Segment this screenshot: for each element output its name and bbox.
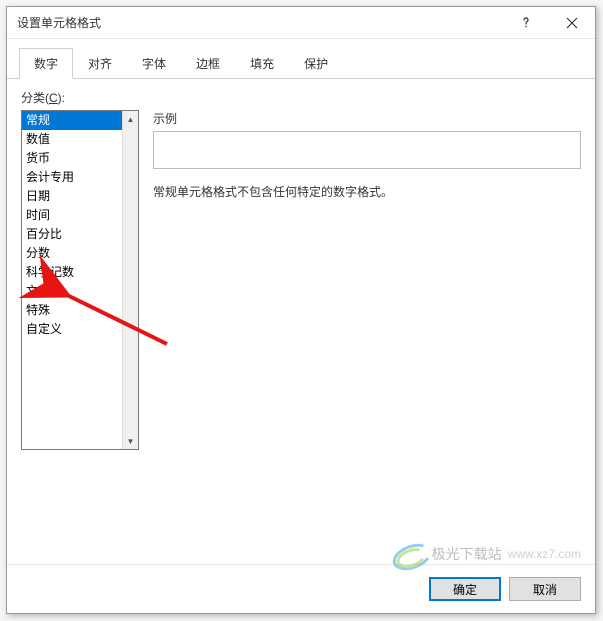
category-item[interactable]: 时间: [22, 206, 122, 225]
tab-3[interactable]: 边框: [181, 48, 235, 79]
category-label-prefix: 分类(: [21, 91, 49, 105]
dialog-footer: 确定 取消: [7, 564, 595, 613]
tabstrip: 数字对齐字体边框填充保护: [7, 39, 595, 79]
right-pane: 示例 常规单元格格式不包含任何特定的数字格式。: [139, 110, 581, 450]
sample-label: 示例: [153, 110, 581, 127]
listbox-scrollbar[interactable]: ▲ ▼: [122, 111, 138, 449]
titlebar: 设置单元格格式: [7, 7, 595, 39]
category-item[interactable]: 日期: [22, 187, 122, 206]
ok-button[interactable]: 确定: [429, 577, 501, 601]
tab-5[interactable]: 保护: [289, 48, 343, 79]
category-item[interactable]: 文本: [22, 282, 122, 301]
category-label-key: C: [49, 91, 58, 105]
scroll-down-arrow-icon[interactable]: ▼: [123, 433, 139, 449]
category-item[interactable]: 分数: [22, 244, 122, 263]
category-label-suffix: ):: [58, 91, 65, 105]
category-item[interactable]: 百分比: [22, 225, 122, 244]
cancel-button[interactable]: 取消: [509, 577, 581, 601]
category-item[interactable]: 货币: [22, 149, 122, 168]
category-label: 分类(C):: [21, 89, 581, 106]
format-description: 常规单元格格式不包含任何特定的数字格式。: [153, 183, 581, 201]
tab-1[interactable]: 对齐: [73, 48, 127, 79]
watermark-url: www.xz7.com: [508, 547, 581, 561]
category-listbox[interactable]: 常规数值货币会计专用日期时间百分比分数科学记数文本特殊自定义 ▲ ▼: [21, 110, 139, 450]
category-item[interactable]: 特殊: [22, 301, 122, 320]
category-item[interactable]: 数值: [22, 130, 122, 149]
sample-box: [153, 131, 581, 169]
close-icon: [566, 17, 578, 29]
format-cells-dialog: 设置单元格格式 数字对齐字体边框填充保护 分类(C): 常规数值货币会计专用日期…: [6, 6, 596, 614]
category-list-inner: 常规数值货币会计专用日期时间百分比分数科学记数文本特殊自定义: [22, 111, 122, 449]
category-item[interactable]: 自定义: [22, 320, 122, 339]
category-item[interactable]: 常规: [22, 111, 122, 130]
tab-2[interactable]: 字体: [127, 48, 181, 79]
close-button[interactable]: [549, 7, 595, 39]
body-row: 常规数值货币会计专用日期时间百分比分数科学记数文本特殊自定义 ▲ ▼ 示例 常规…: [21, 110, 581, 450]
tab-0[interactable]: 数字: [19, 48, 73, 79]
dialog-title: 设置单元格格式: [17, 14, 503, 31]
tab-4[interactable]: 填充: [235, 48, 289, 79]
content-area: 分类(C): 常规数值货币会计专用日期时间百分比分数科学记数文本特殊自定义 ▲ …: [7, 79, 595, 564]
category-item[interactable]: 会计专用: [22, 168, 122, 187]
watermark-brand: 极光下载站: [432, 544, 502, 564]
watermark: 极光下载站 www.xz7.com: [392, 543, 581, 565]
help-button[interactable]: [503, 7, 549, 39]
category-item[interactable]: 科学记数: [22, 263, 122, 282]
help-icon: [520, 17, 532, 29]
watermark-logo-icon: [392, 543, 428, 565]
scroll-up-arrow-icon[interactable]: ▲: [123, 111, 139, 127]
